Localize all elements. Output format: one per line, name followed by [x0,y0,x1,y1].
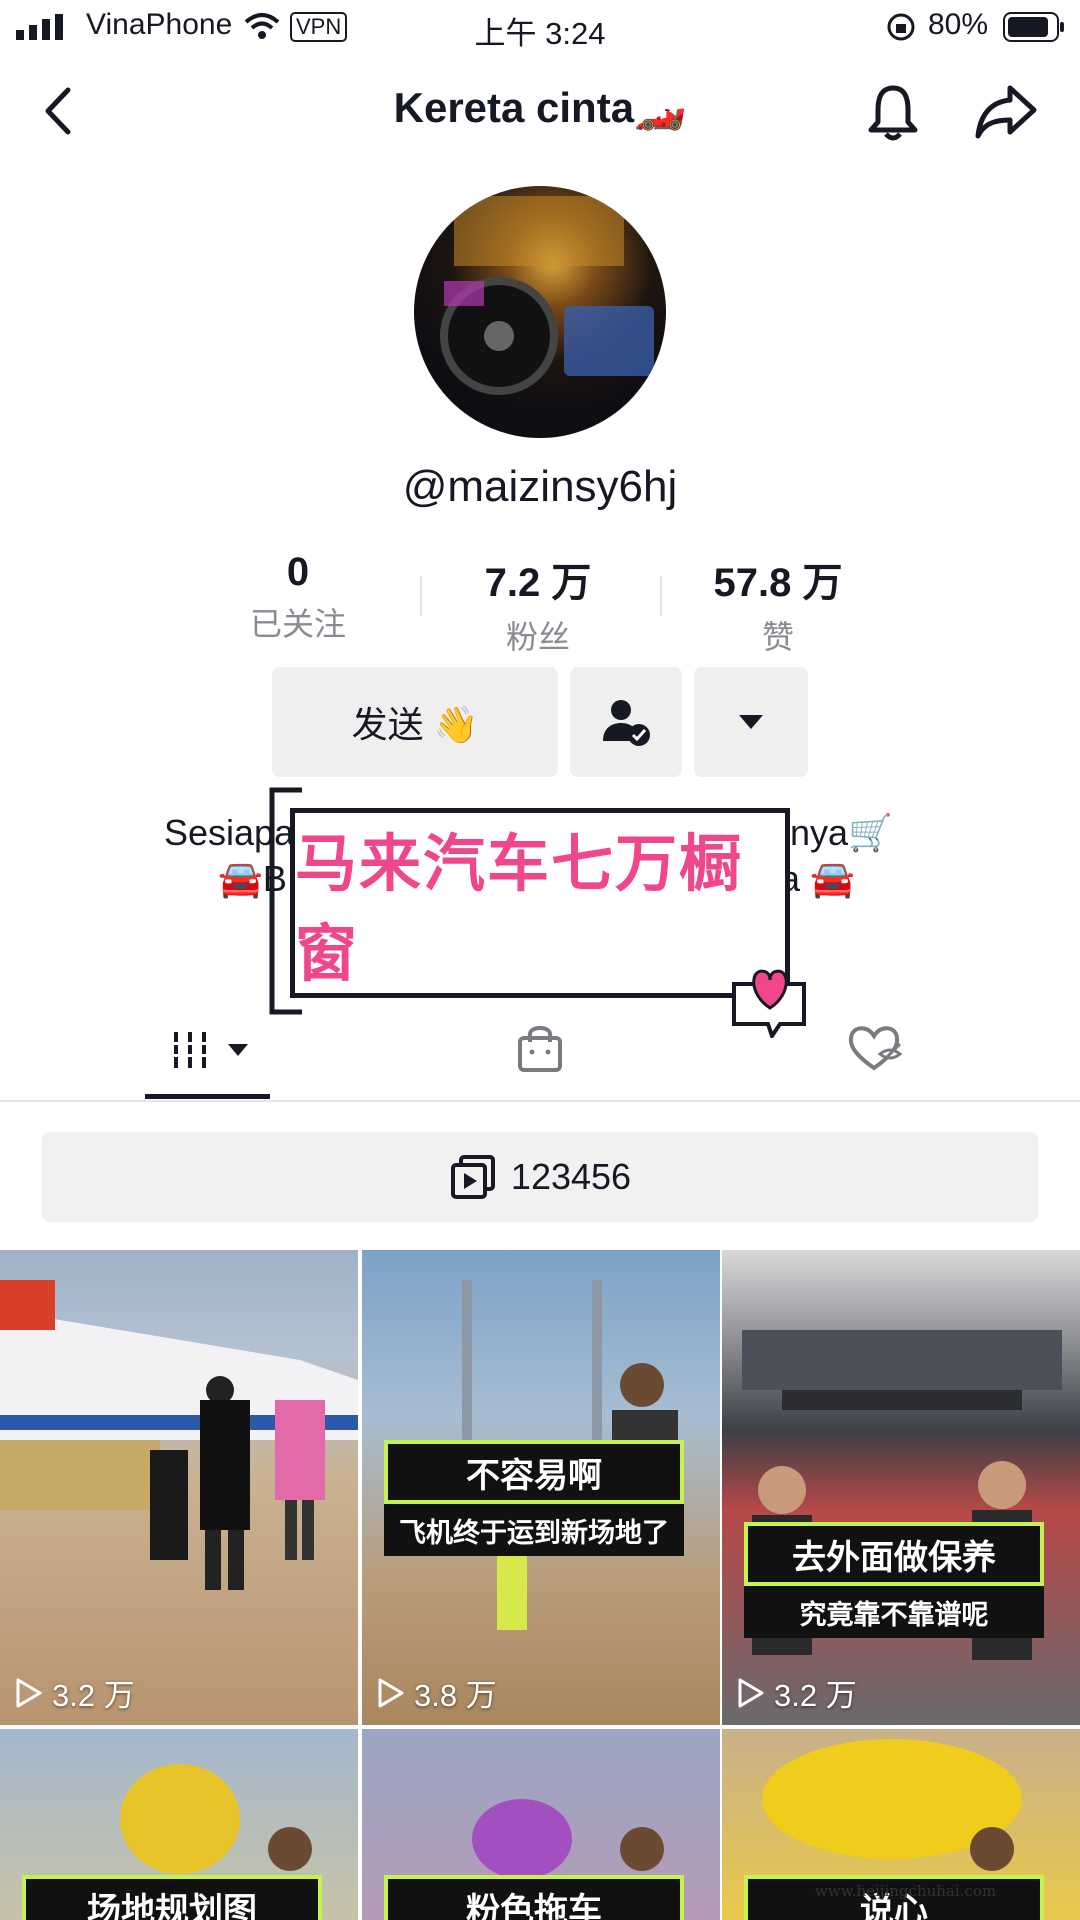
username: @maizinsy6hj [402,462,678,511]
play-icon [16,1678,42,1707]
caret-down-icon [739,715,763,729]
view-count: 3.8 万 [376,1670,497,1715]
stat-label: 赞 [761,619,794,655]
send-label: 发送 👋 [351,704,479,745]
playlist-button[interactable]: 123456 [42,1132,1038,1222]
video-subtitle-banner: 究竟靠不靠谱呢 [744,1586,1044,1638]
user-check-icon [603,700,650,746]
thumbnail-image [0,1280,358,1590]
status-bar: VinaPhone VPN 上午 3:24 80% [0,0,1080,54]
view-count: 3.2 万 [736,1670,857,1715]
video-subtitle-banner: 飞机终于运到新场地了 [384,1504,684,1556]
send-message-button[interactable]: 发送 👋 [272,667,558,777]
more-options-button[interactable] [694,667,808,777]
bell-icon[interactable] [866,82,920,142]
stat-value: 0 [286,550,310,594]
stat-followers[interactable]: 7.2 万 粉丝 [418,550,658,658]
tab-videos[interactable] [170,1024,260,1079]
stat-label: 已关注 [249,606,346,642]
avatar[interactable] [414,186,666,438]
battery-percent: 80% [928,8,989,41]
play-icon [378,1678,404,1707]
promo-sticker: 马来汽车七万橱窗 [290,808,790,998]
view-count-text: 3.2 万 [52,1678,135,1713]
avatar-image [440,196,654,395]
stat-value: 7.2 万 [484,561,592,605]
bio-line-1-right: tnya🛒 [780,812,893,853]
video-thumbnail[interactable]: 场地规划图 [0,1729,358,1920]
play-icon [738,1678,764,1707]
video-title-banner: 去外面做保养 [744,1522,1044,1586]
shopping-bag-icon[interactable] [516,1022,564,1074]
video-thumbnail[interactable]: 粉色拖车 [362,1729,720,1920]
stat-likes[interactable]: 57.8 万 赞 [658,550,898,658]
active-tab-indicator [145,1094,270,1099]
stat-following[interactable]: 0 已关注 [178,550,418,645]
following-button[interactable] [570,667,682,777]
battery-icon [1003,12,1064,42]
playlist-icon [450,1155,495,1199]
stat-value: 57.8 万 [713,561,843,605]
video-title-banner: 不容易啊 [384,1440,684,1504]
video-title-banner: 粉色拖车 [384,1875,684,1920]
bio-line-2-right: a 🚘 [780,858,855,899]
liked-hidden-icon[interactable] [846,1024,902,1072]
status-time: 上午 3:24 [474,16,606,51]
video-thumbnail[interactable]: 不容易啊 飞机终于运到新场地了 3.8 万 [362,1250,720,1725]
playlist-label: 123456 [510,1156,632,1197]
stat-label: 粉丝 [505,619,570,655]
view-count: 3.2 万 [14,1670,135,1715]
share-icon[interactable] [974,84,1038,140]
view-count-text: 3.2 万 [774,1678,857,1713]
sticker-text: 马来汽车七万橱窗 [295,830,744,989]
video-title-banner: 场地规划图 [22,1875,322,1920]
video-thumbnail[interactable]: 3.2 万 [0,1250,358,1725]
video-thumbnail[interactable]: 去外面做保养 究竟靠不靠谱呢 3.2 万 [722,1250,1080,1725]
grid-icon [170,1032,248,1068]
orientation-lock-icon [887,13,915,41]
view-count-text: 3.8 万 [414,1678,497,1713]
watermark-text: www.heijingchuhai.com [815,1882,997,1900]
thumbnail-image [742,1330,1062,1660]
